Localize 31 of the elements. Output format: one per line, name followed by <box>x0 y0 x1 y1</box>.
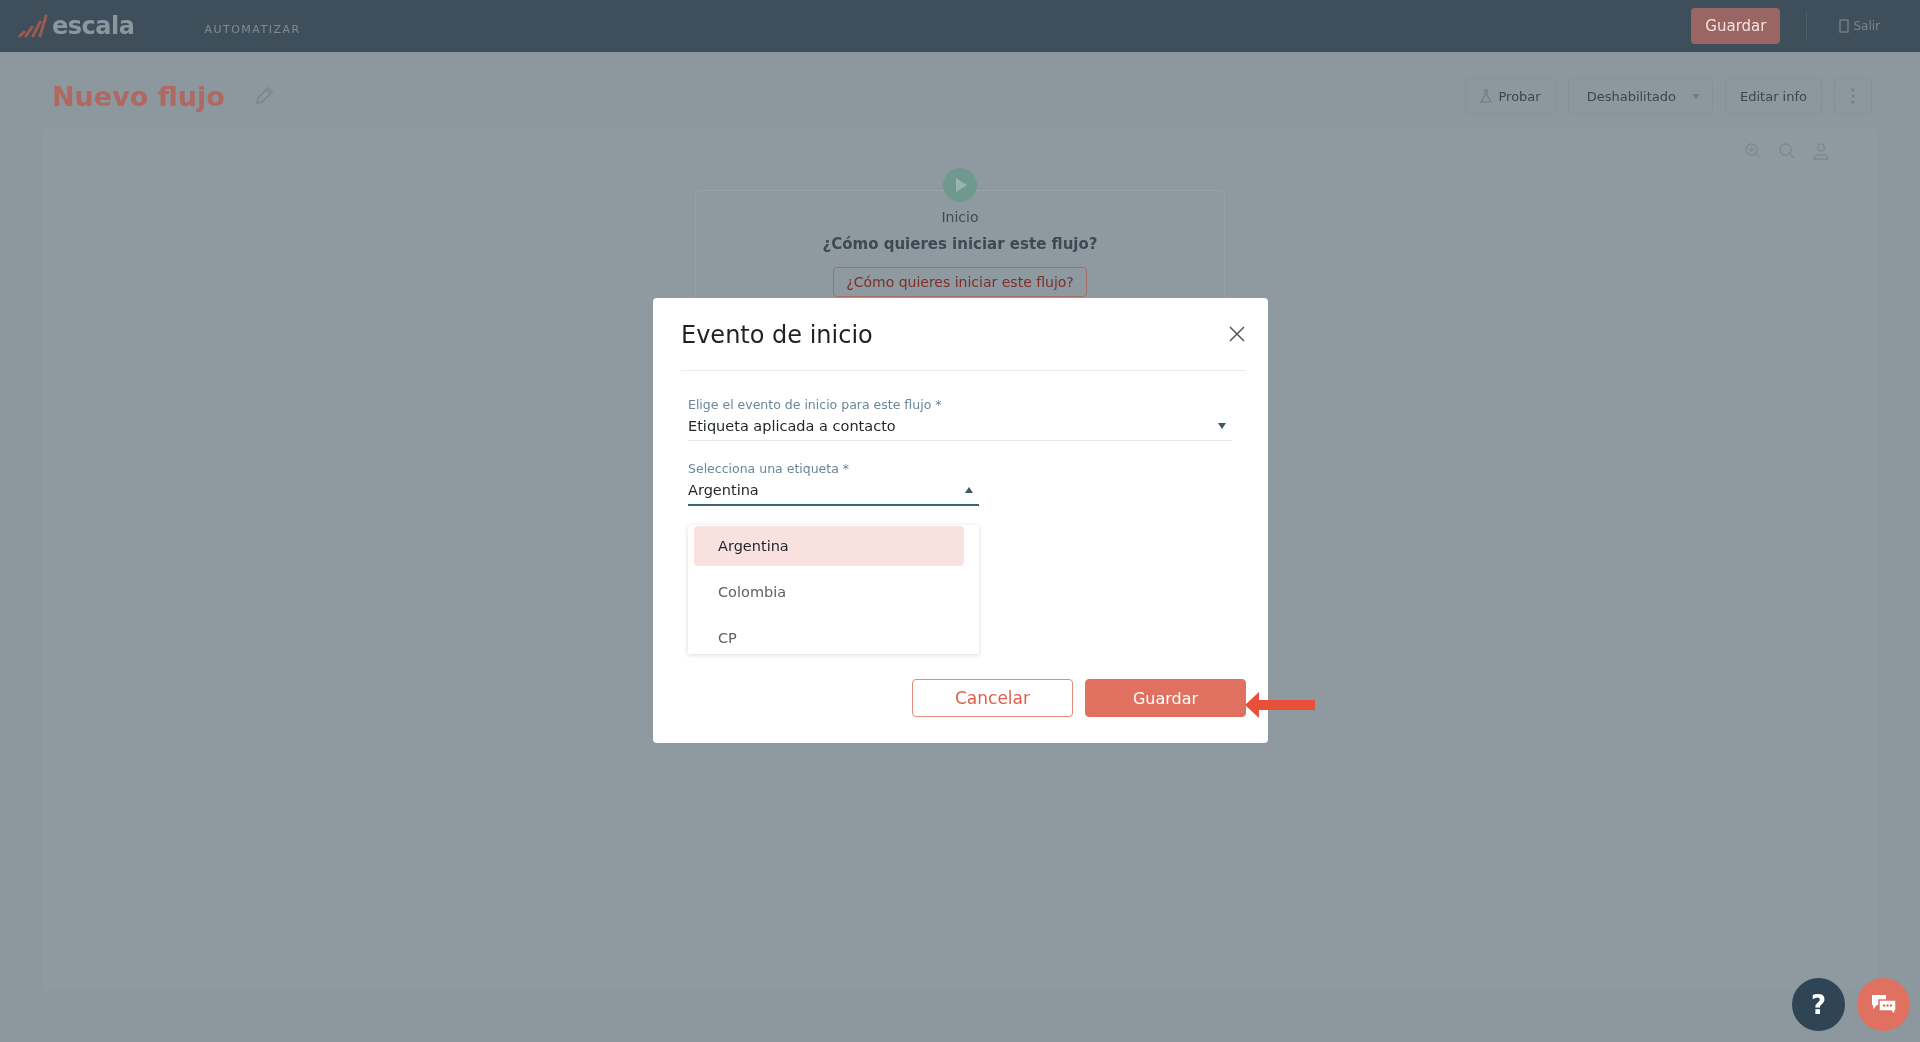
help-button[interactable]: ? <box>1792 978 1845 1031</box>
dropdown-option[interactable]: CP <box>694 618 964 654</box>
save-button[interactable]: Guardar <box>1691 8 1781 44</box>
choose-trigger-button[interactable]: ¿Cómo quieres iniciar este flujo? <box>833 267 1087 297</box>
door-icon <box>1839 19 1850 33</box>
chat-button[interactable] <box>1857 978 1910 1031</box>
field-label: Selecciona una etiqueta * <box>688 461 851 476</box>
logo-bars-icon <box>18 14 48 38</box>
node-label: Inicio <box>941 209 979 225</box>
play-icon[interactable] <box>942 167 978 203</box>
field-label: Elige el evento de inicio para este flujo * <box>688 397 943 412</box>
logo-text: escala <box>52 12 135 40</box>
exit-button[interactable]: Salir <box>1833 18 1886 34</box>
dropdown-option[interactable]: Argentina <box>694 526 964 566</box>
nav-section-label[interactable]: AUTOMATIZAR <box>204 22 301 36</box>
cancel-button[interactable]: Cancelar <box>912 679 1073 717</box>
header-button[interactable]: Editar info <box>1725 78 1822 114</box>
header-button[interactable]: Probar <box>1465 78 1556 114</box>
select-field[interactable]: Argentina <box>688 482 979 506</box>
select-field[interactable]: Etiqueta aplicada a contacto <box>688 418 1232 441</box>
node-question: ¿Cómo quieres iniciar este flujo? <box>822 235 1098 253</box>
dropdown-option[interactable]: Colombia <box>694 572 964 612</box>
more-options-button[interactable] <box>1834 78 1872 114</box>
close-button[interactable] <box>1228 325 1246 343</box>
caret-down-icon <box>1692 93 1700 99</box>
flow-title: Nuevo flujo <box>52 80 225 112</box>
pointer-arrow-icon <box>1245 690 1315 720</box>
save-button[interactable]: Guardar <box>1085 679 1246 717</box>
dialog-title: Evento de inicio <box>681 321 873 349</box>
flask-icon <box>1480 89 1493 103</box>
status-dropdown[interactable]: Deshabilitado <box>1567 78 1713 114</box>
